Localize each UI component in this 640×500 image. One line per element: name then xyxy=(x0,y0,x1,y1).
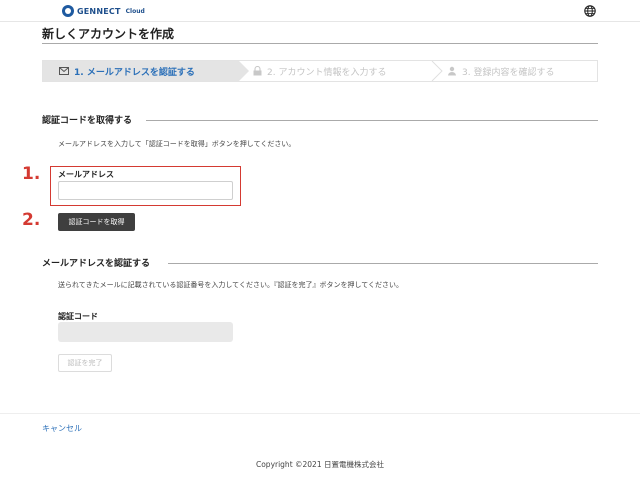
progress-steps: 1. メールアドレスを認証する 2. アカウント情報を入力する 3. 登録内容を… xyxy=(42,60,598,82)
verify-description: 送られてきたメールに記載されている認証番号を入力してください。『認証を完了』ボタ… xyxy=(58,281,404,289)
get-code-divider xyxy=(146,120,598,121)
cancel-link[interactable]: キャンセル xyxy=(42,423,82,434)
verification-code-input[interactable] xyxy=(58,322,233,342)
annotation-marker-1: 1. xyxy=(22,164,41,184)
step-3-label: 3. 登録内容を確認する xyxy=(462,67,555,78)
step-separator-chevron xyxy=(431,61,443,81)
step-1: 1. メールアドレスを認証する xyxy=(59,61,195,81)
envelope-icon xyxy=(59,67,69,75)
user-shield-icon xyxy=(448,66,456,76)
logo-mark-icon xyxy=(62,5,74,17)
footer-divider xyxy=(0,413,640,414)
logo-text: GENNECT xyxy=(77,6,121,16)
globe-icon[interactable] xyxy=(584,5,596,17)
code-label: 認証コード xyxy=(58,312,98,321)
get-code-button[interactable]: 認証コードを取得 xyxy=(58,213,135,231)
step-3: 3. 登録内容を確認する xyxy=(447,61,554,81)
active-step-arrow xyxy=(239,61,249,81)
verify-heading: メールアドレスを認証する xyxy=(42,259,151,269)
email-label: メールアドレス xyxy=(58,170,114,179)
get-code-heading: 認証コードを取得する xyxy=(42,116,133,126)
gennect-logo[interactable]: GENNECT Cloud xyxy=(62,4,145,18)
top-header: GENNECT Cloud xyxy=(0,0,640,22)
get-code-description: メールアドレスを入力して「認証コードを取得」ボタンを押してください。 xyxy=(58,140,296,148)
logo-subtext: Cloud xyxy=(125,7,145,15)
complete-verification-button[interactable]: 認証を完了 xyxy=(58,354,112,372)
title-divider xyxy=(42,43,598,44)
step-2-label: 2. アカウント情報を入力する xyxy=(267,67,387,78)
lock-icon xyxy=(253,66,262,76)
verify-divider xyxy=(168,263,598,264)
annotation-marker-2: 2. xyxy=(22,210,41,230)
step-2: 2. アカウント情報を入力する xyxy=(253,61,386,81)
page-title: 新しくアカウントを作成 xyxy=(42,27,175,41)
email-input[interactable] xyxy=(58,181,233,200)
copyright-text: Copyright ©2021 日置電機株式会社 xyxy=(255,460,384,469)
step-1-label: 1. メールアドレスを認証する xyxy=(74,67,195,78)
